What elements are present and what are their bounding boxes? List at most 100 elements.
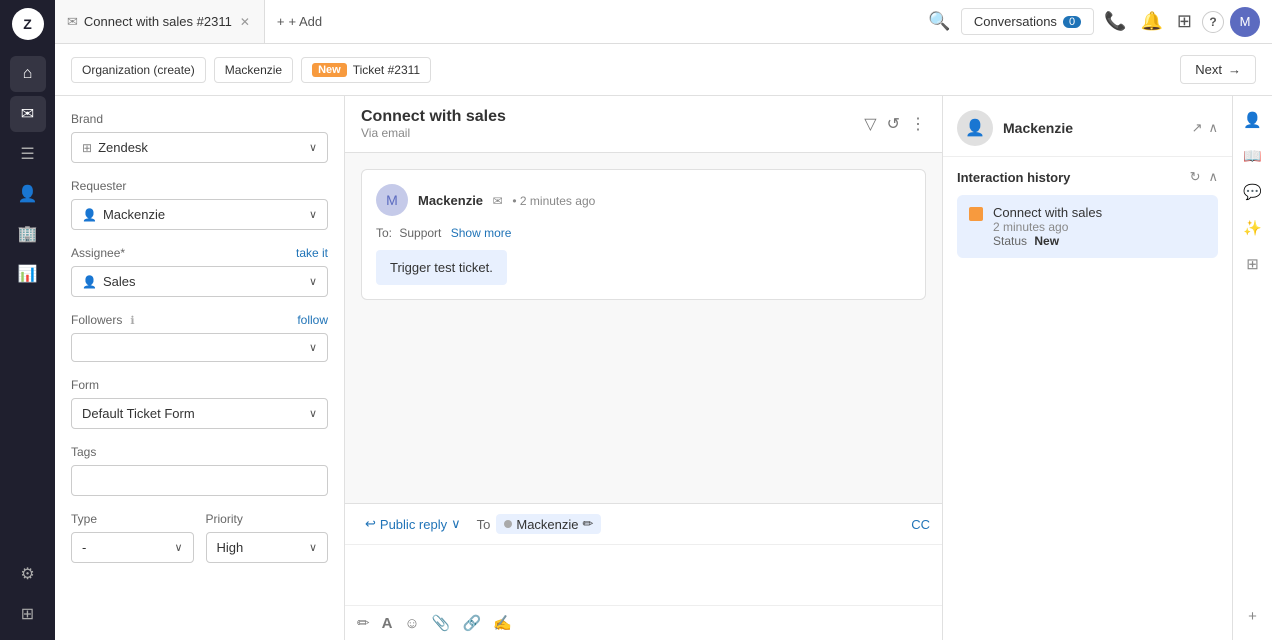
refresh-icon[interactable]: ↻	[1190, 169, 1201, 185]
requester-label: Requester	[71, 179, 328, 193]
sidebar-item-reports[interactable]: 📊	[10, 256, 46, 292]
message-meta: Mackenzie ✉ • 2 minutes ago	[418, 193, 911, 208]
bell-button[interactable]: 🔔	[1136, 7, 1166, 36]
show-more-link[interactable]: Show more	[451, 226, 512, 240]
reply-type-label: Public reply	[380, 517, 447, 532]
type-label: Type	[71, 512, 194, 526]
priority-value: High	[217, 540, 244, 555]
reply-type-chevron-icon: ∨	[451, 516, 461, 532]
conversation-area: M Mackenzie ✉ • 2 minutes ago To: Suppor…	[345, 153, 942, 503]
next-label: Next	[1195, 62, 1222, 77]
link-icon[interactable]: 🔗	[462, 614, 481, 632]
brand-chevron-icon: ∨	[309, 141, 317, 154]
history-status-value: New	[1034, 234, 1059, 248]
sidebar-item-customers[interactable]: 👤	[10, 176, 46, 212]
follow-link[interactable]: follow	[297, 313, 328, 327]
requester-value: Mackenzie	[103, 207, 165, 222]
priority-select[interactable]: High ∨	[206, 532, 329, 563]
rail-chat-icon[interactable]: 💬	[1237, 176, 1269, 208]
recipient-edit-icon[interactable]: ✏	[583, 516, 594, 532]
followers-chevron-icon: ∨	[309, 341, 317, 354]
requester-chevron-icon: ∨	[309, 208, 317, 221]
reply-recipient[interactable]: Mackenzie ✏	[496, 514, 601, 534]
main-area: ✉ Connect with sales #2311 ✕ + + Add 🔍 C…	[55, 0, 1272, 640]
phone-button[interactable]: 📞	[1100, 7, 1130, 36]
history-icon[interactable]: ↺	[887, 114, 900, 134]
right-panel: 👤 Mackenzie ↗ ∧ Interaction history ↻ ∧	[942, 96, 1232, 640]
next-button[interactable]: Next →	[1180, 55, 1256, 84]
search-button[interactable]: 🔍	[924, 7, 954, 36]
compose-icon[interactable]: ✏	[357, 614, 370, 632]
type-priority-row: Type - ∨ Priority High ∨	[71, 512, 328, 579]
grid-button[interactable]: ⊞	[1173, 7, 1196, 36]
tab-close-button[interactable]: ✕	[238, 13, 252, 31]
top-bar: ✉ Connect with sales #2311 ✕ + + Add 🔍 C…	[55, 0, 1272, 44]
section-collapse-icon[interactable]: ∧	[1208, 169, 1218, 185]
sidebar-item-settings[interactable]: ⚙	[10, 556, 46, 592]
history-content: Connect with sales 2 minutes ago Status …	[993, 205, 1102, 248]
rail-magic-icon[interactable]: ✨	[1237, 212, 1269, 244]
middle-panel: Connect with sales Via email ▽ ↺ ⋮ M Mac…	[345, 96, 942, 640]
logo[interactable]: Z	[12, 8, 44, 40]
customer-header: 👤 Mackenzie ↗ ∧	[943, 96, 1232, 157]
form-chevron-icon: ∨	[309, 407, 317, 420]
filter-icon[interactable]: ▽	[864, 114, 876, 134]
breadcrumb-mackenzie[interactable]: Mackenzie	[214, 57, 293, 83]
rail-user-icon[interactable]: 👤	[1237, 104, 1269, 136]
rail-book-icon[interactable]: 📖	[1237, 140, 1269, 172]
followers-select[interactable]: ∨	[71, 333, 328, 362]
sidebar-item-organizations[interactable]: 🏢	[10, 216, 46, 252]
expand-icon[interactable]: ↗	[1192, 120, 1203, 136]
form-select[interactable]: Default Ticket Form ∨	[71, 398, 328, 429]
sidebar-item-views[interactable]: ☰	[10, 136, 46, 172]
type-select[interactable]: - ∨	[71, 532, 194, 563]
plus-icon: +	[277, 14, 285, 29]
requester-select[interactable]: 👤 Mackenzie ∨	[71, 199, 328, 230]
attach-icon[interactable]: 📎	[432, 614, 451, 632]
sender-name: Mackenzie	[418, 193, 483, 208]
signature-icon[interactable]: ✍	[493, 614, 512, 632]
type-chevron-icon: ∨	[174, 541, 182, 554]
sidebar-item-extensions[interactable]: ⊞	[10, 596, 46, 632]
brand-select[interactable]: ⊞ Zendesk ∨	[71, 132, 328, 163]
reply-type-button[interactable]: ↩ Public reply ∨	[357, 512, 469, 536]
followers-label: Followers ℹ follow	[71, 313, 328, 327]
tab-add-button[interactable]: + + Add	[265, 0, 334, 43]
history-title: Connect with sales	[993, 205, 1102, 220]
breadcrumb-organization[interactable]: Organization (create)	[71, 57, 206, 83]
conversations-button[interactable]: Conversations 0	[961, 8, 1094, 35]
user-avatar[interactable]: M	[1230, 7, 1260, 37]
assignee-select[interactable]: 👤 Sales ∨	[71, 266, 328, 297]
sidebar-nav: Z ⌂ ✉ ☰ 👤 🏢 📊 ⚙ ⊞	[0, 0, 55, 640]
tab-label: Connect with sales #2311	[84, 14, 232, 29]
cc-button[interactable]: CC	[911, 517, 930, 532]
more-icon[interactable]: ⋮	[910, 114, 926, 134]
assignee-label: Assignee* take it	[71, 246, 328, 260]
history-item[interactable]: Connect with sales 2 minutes ago Status …	[957, 195, 1218, 258]
tab-ticket-2311[interactable]: ✉ Connect with sales #2311 ✕	[55, 0, 265, 43]
emoji-icon[interactable]: ☺	[404, 615, 419, 632]
reply-to-row: To Mackenzie ✏ CC	[477, 514, 930, 534]
message-card: M Mackenzie ✉ • 2 minutes ago To: Suppor…	[361, 169, 926, 300]
followers-field: Followers ℹ follow ∨	[71, 313, 328, 362]
help-button[interactable]: ?	[1202, 11, 1224, 33]
rail-apps-icon[interactable]: ⊞	[1237, 248, 1269, 280]
content-area: Brand ⊞ Zendesk ∨ Requester 👤 Mackenzie	[55, 96, 1272, 640]
zendesk-icon: ⊞	[82, 141, 92, 155]
sidebar-item-tickets[interactable]: ✉	[10, 96, 46, 132]
rail-add-icon[interactable]: +	[1237, 600, 1269, 632]
breadcrumb-ticket[interactable]: New Ticket #2311	[301, 57, 431, 83]
bold-icon[interactable]: A	[382, 615, 393, 632]
take-it-link[interactable]: take it	[296, 246, 328, 260]
reply-text-area[interactable]	[345, 545, 942, 605]
assignee-chevron-icon: ∨	[309, 275, 317, 288]
tags-input[interactable]	[71, 465, 328, 496]
collapse-icon[interactable]: ∧	[1208, 120, 1218, 136]
ticket-header: Connect with sales Via email ▽ ↺ ⋮	[345, 96, 942, 153]
sidebar-item-home[interactable]: ⌂	[10, 56, 46, 92]
section-header: Interaction history ↻ ∧	[957, 169, 1218, 185]
priority-field: Priority High ∨	[206, 512, 329, 563]
interaction-history-section: Interaction history ↻ ∧ Connect with sal…	[943, 157, 1232, 270]
brand-label: Brand	[71, 112, 328, 126]
reply-box: ↩ Public reply ∨ To Mackenzie ✏ CC	[345, 503, 942, 640]
